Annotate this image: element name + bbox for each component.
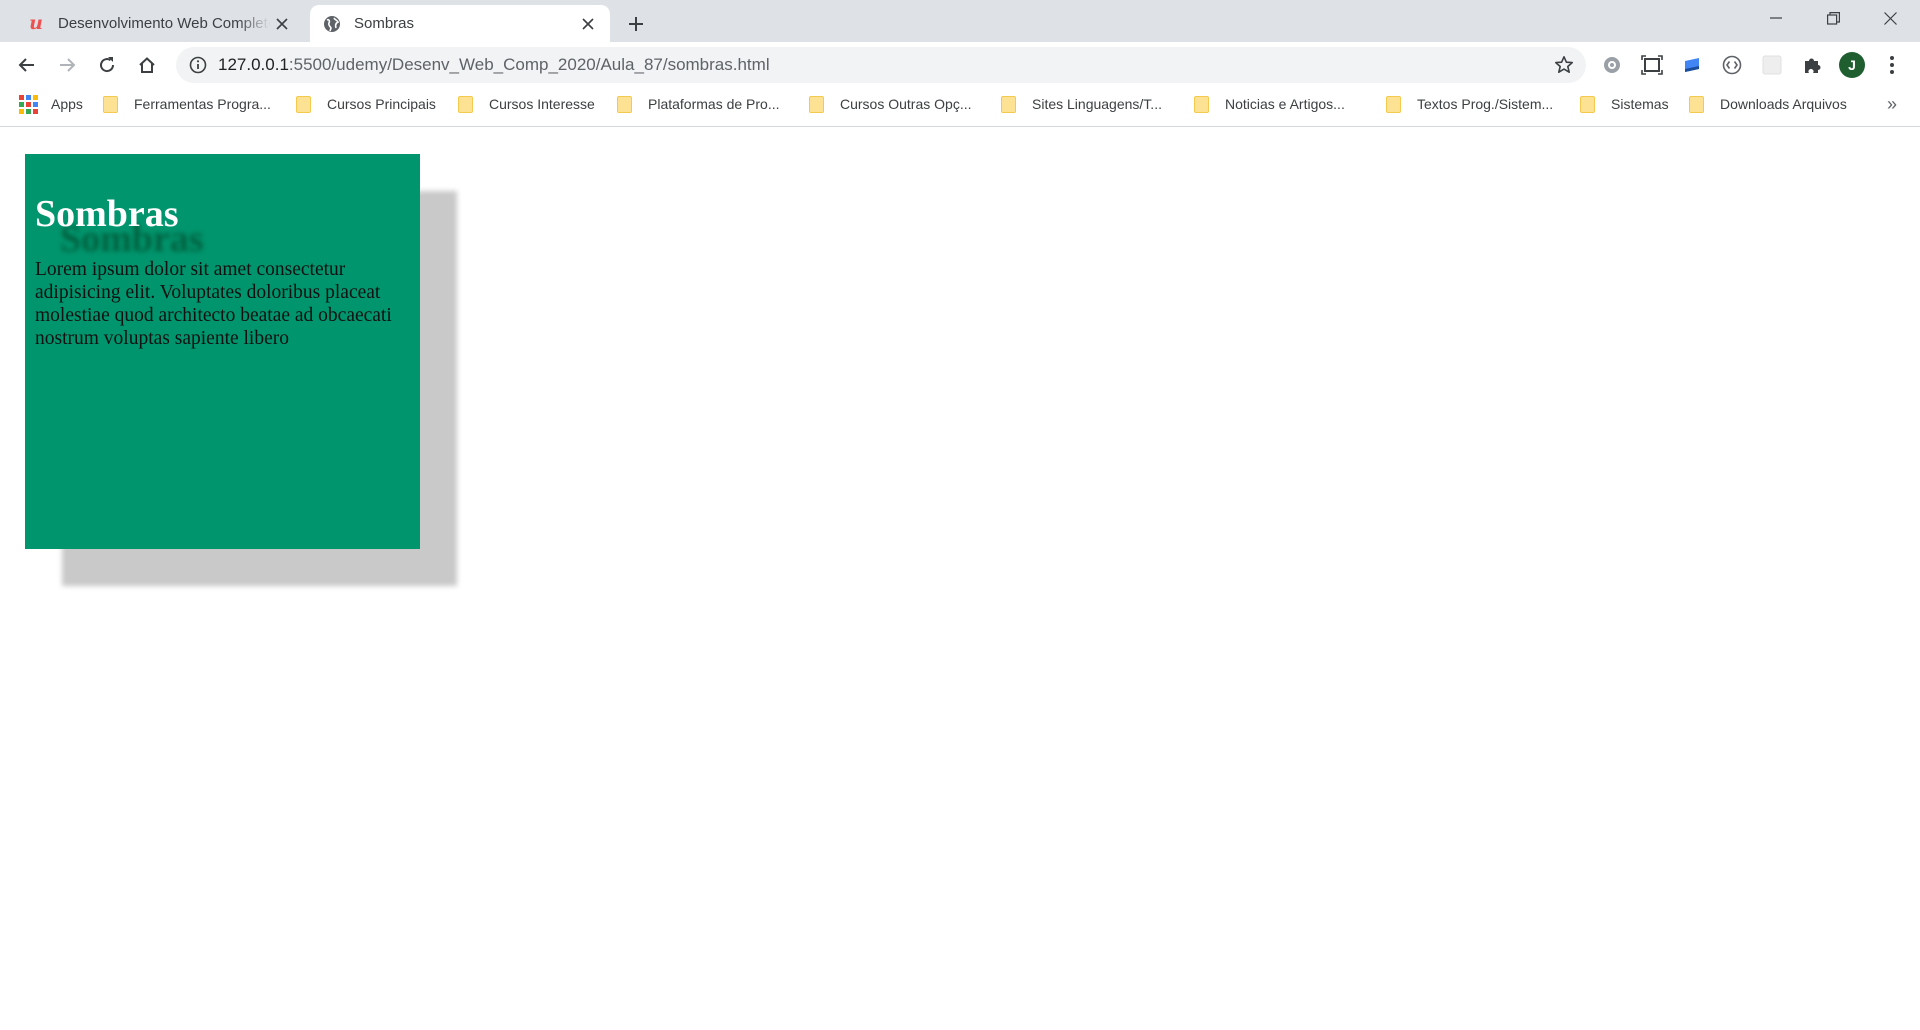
bookmark-folder[interactable]: Sites Linguagens/T... — [1001, 87, 1162, 121]
url-path: :5500/udemy/Desenv_Web_Comp_2020/Aula_87… — [288, 55, 770, 74]
bookmark-folder[interactable]: Noticias e Artigos... — [1194, 87, 1345, 121]
folder-icon — [458, 95, 473, 113]
tab-sombras[interactable]: Sombras — [310, 5, 610, 42]
blue-extension-icon[interactable] — [1677, 50, 1707, 80]
tab-strip: u Desenvolvimento Web Completo 2020 Somb… — [0, 0, 1920, 42]
close-window-button[interactable] — [1862, 0, 1918, 36]
bookmark-folder[interactable]: Ferramentas Progra... — [103, 87, 271, 121]
bookmark-folder[interactable]: Plataformas de Pro... — [617, 87, 780, 121]
bookmarks-bar: Apps Ferramentas Progra... Cursos Princi… — [0, 87, 1920, 127]
minimize-window-button[interactable] — [1748, 0, 1804, 36]
tab-title: Desenvolvimento Web Completo 2020 — [58, 15, 270, 32]
bookmark-label: Cursos Outras Opç... — [840, 96, 972, 112]
extensions-puzzle-icon[interactable] — [1797, 50, 1827, 80]
folder-icon — [809, 95, 824, 113]
bookmark-label: Sites Linguagens/T... — [1032, 96, 1162, 112]
browser-menu-icon[interactable] — [1877, 50, 1907, 80]
forward-button[interactable] — [51, 49, 83, 81]
apps-grid-icon — [19, 94, 38, 114]
bookmark-folder[interactable]: Cursos Outras Opç... — [809, 87, 971, 121]
reload-icon — [100, 57, 115, 73]
home-button[interactable] — [131, 49, 163, 81]
bookmark-label: Cursos Interesse — [489, 96, 595, 112]
bookmark-star-icon[interactable] — [1552, 53, 1576, 77]
restore-window-button[interactable] — [1805, 0, 1861, 36]
folder-icon — [296, 95, 311, 113]
folder-icon — [1689, 95, 1704, 113]
folder-icon — [617, 95, 632, 113]
url-text[interactable]: 127.0.0.1:5500/udemy/Desenv_Web_Comp_202… — [218, 47, 770, 83]
udemy-logo-icon: u — [29, 12, 43, 34]
url-host: 127.0.0.1 — [218, 55, 289, 74]
bookmarks-overflow-button[interactable]: » — [1880, 87, 1904, 121]
folder-icon — [1386, 95, 1401, 113]
bookmark-folder[interactable]: Cursos Principais — [296, 87, 436, 121]
bookmark-folder[interactable]: Sistemas — [1580, 87, 1669, 121]
card-paragraph: Lorem ipsum dolor sit amet consectetur a… — [35, 259, 392, 349]
folder-icon — [1194, 95, 1209, 113]
site-info-icon[interactable] — [188, 55, 208, 75]
browser-toolbar: 127.0.0.1:5500/udemy/Desenv_Web_Comp_202… — [0, 42, 1920, 87]
bookmark-label: Sistemas — [1611, 96, 1669, 112]
home-icon — [139, 57, 155, 73]
bookmark-label: Downloads Arquivos — [1720, 96, 1847, 112]
shadow-card: Sombras Lorem ipsum dolor sit amet conse… — [25, 154, 420, 549]
code-extension-icon[interactable] — [1717, 50, 1747, 80]
new-tab-button[interactable] — [620, 8, 652, 40]
profile-avatar[interactable]: J — [1837, 50, 1867, 80]
folder-icon — [103, 95, 118, 113]
forward-arrow-icon — [60, 58, 76, 72]
bookmark-label: Textos Prog./Sistem... — [1417, 96, 1554, 112]
bookmark-label: Plataformas de Pro... — [648, 96, 780, 112]
folder-icon — [1001, 95, 1016, 113]
globe-icon — [322, 14, 342, 34]
back-button[interactable] — [11, 49, 43, 81]
back-arrow-icon — [18, 58, 34, 72]
bookmark-label: Ferramentas Progra... — [134, 96, 271, 112]
folder-icon — [1580, 95, 1595, 113]
bookmark-apps[interactable]: Apps — [19, 87, 83, 121]
tab-udemy[interactable]: u Desenvolvimento Web Completo 2020 — [14, 5, 304, 42]
close-tab-icon[interactable] — [270, 12, 294, 36]
address-bar[interactable]: 127.0.0.1:5500/udemy/Desenv_Web_Comp_202… — [176, 47, 1586, 83]
bookmark-label: Apps — [51, 96, 83, 112]
extension-gear-icon[interactable] — [1597, 50, 1627, 80]
screenshot-extension-icon[interactable] — [1637, 50, 1667, 80]
bookmark-folder[interactable]: Downloads Arquivos — [1689, 87, 1847, 121]
tab-title: Sombras — [354, 15, 415, 32]
bookmark-label: Cursos Principais — [327, 96, 436, 112]
card-heading: Sombras — [35, 193, 179, 235]
bookmark-folder[interactable]: Cursos Interesse — [458, 87, 595, 121]
reload-button[interactable] — [91, 49, 123, 81]
close-tab-icon[interactable] — [576, 12, 600, 36]
bookmark-label: Noticias e Artigos... — [1225, 96, 1345, 112]
blank-extension-icon[interactable] — [1757, 50, 1787, 80]
page-viewport: Sombras Lorem ipsum dolor sit amet conse… — [0, 128, 1920, 1030]
bookmark-folder[interactable]: Textos Prog./Sistem... — [1386, 87, 1553, 121]
